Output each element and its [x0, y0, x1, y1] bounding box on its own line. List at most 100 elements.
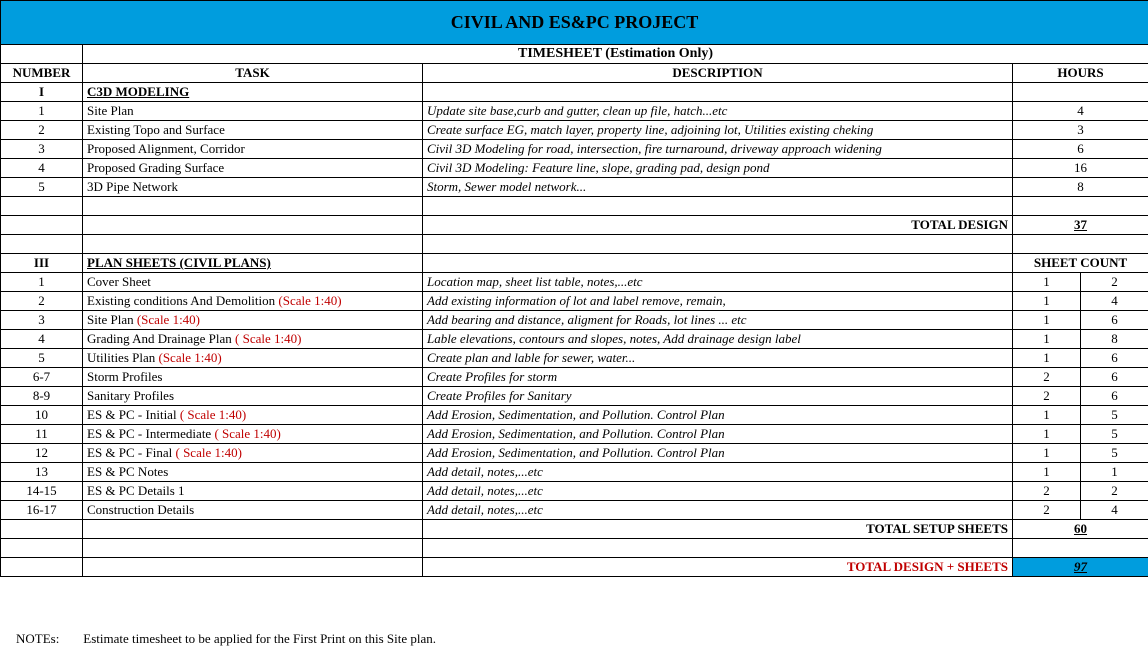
cell[interactable]: [423, 254, 1013, 273]
cell-number[interactable]: 4: [1, 159, 83, 178]
cell-hours[interactable]: 16: [1013, 159, 1148, 178]
cell-task[interactable]: Proposed Alignment, Corridor: [83, 140, 423, 159]
cell[interactable]: [83, 539, 423, 558]
cell-number[interactable]: 3: [1, 311, 83, 330]
cell[interactable]: [1013, 235, 1148, 254]
cell-desc[interactable]: Create Profiles for Sanitary: [423, 387, 1013, 406]
cell-count1[interactable]: 1: [1013, 463, 1081, 482]
cell-number[interactable]: 10: [1, 406, 83, 425]
cell[interactable]: [83, 558, 423, 577]
cell-count2[interactable]: 5: [1081, 425, 1148, 444]
cell[interactable]: [1013, 83, 1148, 102]
header-sheet-count[interactable]: SHEET COUNT: [1013, 254, 1148, 273]
header-hours[interactable]: HOURS: [1013, 64, 1148, 83]
cell-count2[interactable]: 2: [1081, 273, 1148, 292]
cell-count1[interactable]: 2: [1013, 482, 1081, 501]
header-number[interactable]: NUMBER: [1, 64, 83, 83]
section3-number[interactable]: III: [1, 254, 83, 273]
section1-title[interactable]: C3D MODELING: [83, 83, 423, 102]
grand-total-label[interactable]: TOTAL DESIGN + SHEETS: [423, 558, 1013, 577]
cell-count2[interactable]: 1: [1081, 463, 1148, 482]
cell-task[interactable]: Grading And Drainage Plan ( Scale 1:40): [83, 330, 423, 349]
cell-desc[interactable]: Update site base,curb and gutter, clean …: [423, 102, 1013, 121]
cell-task[interactable]: Sanitary Profiles: [83, 387, 423, 406]
cell-count2[interactable]: 5: [1081, 444, 1148, 463]
cell-count1[interactable]: 1: [1013, 444, 1081, 463]
section1-number[interactable]: I: [1, 83, 83, 102]
cell-count1[interactable]: 2: [1013, 501, 1081, 520]
cell-task[interactable]: 3D Pipe Network: [83, 178, 423, 197]
cell-number[interactable]: 2: [1, 121, 83, 140]
cell-task[interactable]: Existing Topo and Surface: [83, 121, 423, 140]
cell[interactable]: [1, 558, 83, 577]
cell-task[interactable]: Utilities Plan (Scale 1:40): [83, 349, 423, 368]
cell-number[interactable]: 16-17: [1, 501, 83, 520]
total-setup-value[interactable]: 60: [1013, 520, 1148, 539]
cell-count1[interactable]: 2: [1013, 368, 1081, 387]
cell[interactable]: [1, 197, 83, 216]
cell-count1[interactable]: 1: [1013, 273, 1081, 292]
cell-hours[interactable]: 8: [1013, 178, 1148, 197]
cell-count1[interactable]: 2: [1013, 387, 1081, 406]
cell-task[interactable]: Site Plan: [83, 102, 423, 121]
section3-title[interactable]: PLAN SHEETS (CIVIL PLANS): [83, 254, 423, 273]
cell-count2[interactable]: 2: [1081, 482, 1148, 501]
cell-hours[interactable]: 3: [1013, 121, 1148, 140]
cell-number[interactable]: 3: [1, 140, 83, 159]
cell-count1[interactable]: 1: [1013, 311, 1081, 330]
cell-number[interactable]: 6-7: [1, 368, 83, 387]
cell-count2[interactable]: 5: [1081, 406, 1148, 425]
total-design-label[interactable]: TOTAL DESIGN: [423, 216, 1013, 235]
cell-task[interactable]: Site Plan (Scale 1:40): [83, 311, 423, 330]
cell-hours[interactable]: 6: [1013, 140, 1148, 159]
cell-desc[interactable]: Add bearing and distance, aligment for R…: [423, 311, 1013, 330]
cell-number[interactable]: 5: [1, 349, 83, 368]
cell-count2[interactable]: 6: [1081, 349, 1148, 368]
cell-count2[interactable]: 6: [1081, 387, 1148, 406]
cell-count1[interactable]: 1: [1013, 330, 1081, 349]
cell-desc[interactable]: Create plan and lable for sewer, water..…: [423, 349, 1013, 368]
grand-total-value[interactable]: 97: [1013, 558, 1148, 577]
cell-desc[interactable]: Add Erosion, Sedimentation, and Pollutio…: [423, 425, 1013, 444]
cell-count1[interactable]: 1: [1013, 292, 1081, 311]
cell-count2[interactable]: 6: [1081, 368, 1148, 387]
cell[interactable]: [1, 520, 83, 539]
cell-task[interactable]: Construction Details: [83, 501, 423, 520]
cell-task[interactable]: Cover Sheet: [83, 273, 423, 292]
cell-count2[interactable]: 4: [1081, 501, 1148, 520]
cell-number[interactable]: 5: [1, 178, 83, 197]
cell-count1[interactable]: 1: [1013, 406, 1081, 425]
cell-count2[interactable]: 6: [1081, 311, 1148, 330]
cell-task[interactable]: ES & PC Notes: [83, 463, 423, 482]
total-design-value[interactable]: 37: [1013, 216, 1148, 235]
cell-count1[interactable]: 1: [1013, 349, 1081, 368]
cell[interactable]: [423, 235, 1013, 254]
cell-desc[interactable]: Lable elevations, contours and slopes, n…: [423, 330, 1013, 349]
cell-desc[interactable]: Create surface EG, match layer, property…: [423, 121, 1013, 140]
cell[interactable]: [1013, 539, 1148, 558]
cell-task[interactable]: ES & PC - Intermediate ( Scale 1:40): [83, 425, 423, 444]
header-description[interactable]: DESCRIPTION: [423, 64, 1013, 83]
cell-hours[interactable]: 4: [1013, 102, 1148, 121]
total-setup-label[interactable]: TOTAL SETUP SHEETS: [423, 520, 1013, 539]
cell-count2[interactable]: 8: [1081, 330, 1148, 349]
cell[interactable]: [83, 235, 423, 254]
cell-desc[interactable]: Add detail, notes,...etc: [423, 482, 1013, 501]
cell-number[interactable]: 13: [1, 463, 83, 482]
cell-task[interactable]: Storm Profiles: [83, 368, 423, 387]
cell-task[interactable]: ES & PC Details 1: [83, 482, 423, 501]
cell-desc[interactable]: Add detail, notes,...etc: [423, 501, 1013, 520]
cell[interactable]: [1, 216, 83, 235]
cell-number[interactable]: 11: [1, 425, 83, 444]
cell[interactable]: [423, 197, 1013, 216]
cell[interactable]: [83, 197, 423, 216]
cell-number[interactable]: 14-15: [1, 482, 83, 501]
cell[interactable]: [1, 539, 83, 558]
cell-number[interactable]: 1: [1, 102, 83, 121]
cell[interactable]: [423, 539, 1013, 558]
cell-desc[interactable]: Add Erosion, Sedimentation, and Pollutio…: [423, 406, 1013, 425]
cell-desc[interactable]: Add detail, notes,...etc: [423, 463, 1013, 482]
cell[interactable]: [1013, 197, 1148, 216]
header-task[interactable]: TASK: [83, 64, 423, 83]
cell-task[interactable]: ES & PC - Final ( Scale 1:40): [83, 444, 423, 463]
